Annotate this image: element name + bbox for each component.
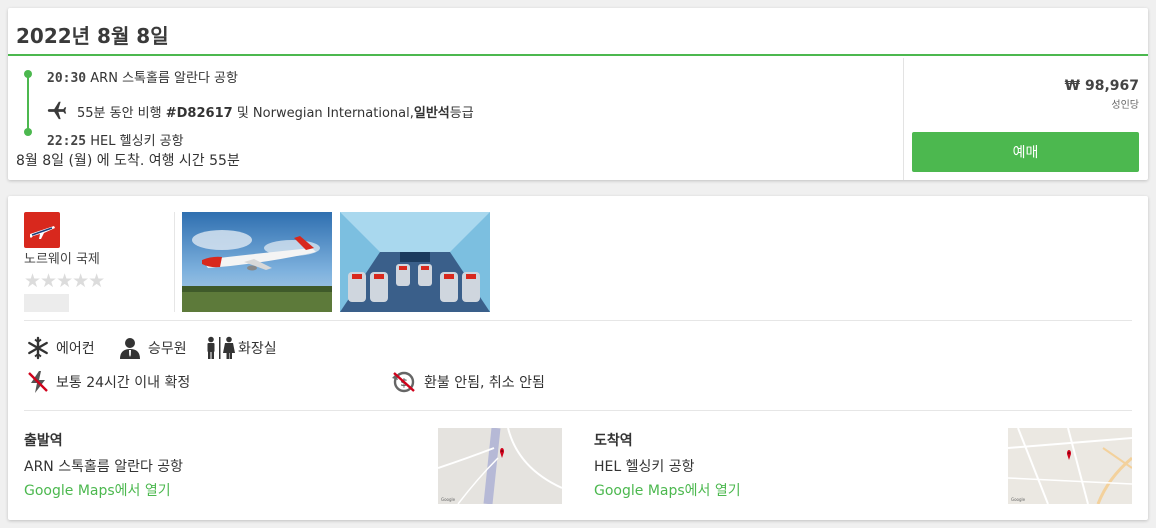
departure-row: 20:30 ARN 스톡홀름 알란다 공항 [47,67,238,86]
arrival-row: 22:25 HEL 헬싱키 공항 [47,130,184,149]
departure-airport: ARN 스톡홀름 알란다 공항 [90,71,238,86]
rating-placeholder [24,294,69,312]
departure-map-thumbnail[interactable]: Google [438,428,562,504]
airline-name-text: Norwegian International, [252,106,414,121]
departure-time: 20:30 [47,71,87,86]
cabin-class: 일반석 [413,106,450,121]
flight-duration: 55분 동안 비행 [77,106,162,121]
person-icon [120,338,140,359]
book-button[interactable]: 예매 [912,132,1139,172]
airplane-icon [47,101,67,120]
arrival-dot [24,128,32,136]
divider [24,410,1132,411]
svg-text:Google: Google [441,497,456,502]
amenity-toilet: 화장실 [204,336,277,360]
amenity-crew: 승무원 [118,336,187,360]
amenity-crew-label: 승무원 [148,341,187,357]
arrival-heading: 도착역 [594,433,633,449]
arrival-airport: HEL 헬싱키 공항 [90,134,184,149]
snowflake-icon [28,336,48,360]
refund-info: $ 환불 안됨, 취소 안됨 [390,370,545,394]
flight-date-header: 2022년 8월 8일 [8,8,1148,56]
departure-location-name: ARN 스톡홀름 알란다 공항 [24,459,184,475]
amenity-ac: 에어컨 [26,336,95,360]
arrival-location-name: HEL 헬싱키 공항 [594,459,695,475]
connector-text: 및 [236,106,249,121]
rating-stars: ★★★★★ [24,270,105,292]
svg-text:Google: Google [1011,497,1026,502]
no-refund-icon: $ [392,371,415,393]
arrival-map-thumbnail[interactable]: Google [1008,428,1132,504]
flight-number: #D82617 [165,106,233,121]
divider [24,320,1132,321]
instant-confirm-label: 보통 24시간 이내 확정 [56,375,191,391]
cabin-interior-photo[interactable] [340,212,490,312]
cabin-suffix: 등급 [449,106,474,121]
price-per-adult: 성인당 [1111,100,1139,111]
arrival-maps-link[interactable]: Google Maps에서 열기 [594,480,741,500]
booking-section: ₩ 98,967 성인당 예매 [904,58,1148,180]
airline-name: 노르웨이 국제 [24,252,100,267]
amenity-ac-label: 에어컨 [56,341,95,357]
arrival-summary: 8월 8일 (월) 에 도착. 여행 시간 55분 [16,153,240,169]
departure-heading: 출발역 [24,433,63,449]
price: ₩ 98,967 [1064,78,1139,94]
amenity-toilet-label: 화장실 [238,341,277,357]
timeline-line [27,74,29,132]
itinerary-section: 20:30 ARN 스톡홀름 알란다 공항 55분 동안 비행 #D82617 … [8,58,904,180]
airline-logo [24,212,60,248]
flight-details-card: 노르웨이 국제 ★★★★★ 에어컨 승무원 화장실 보통 24시간 이내 확정 … [8,196,1148,520]
departure-maps-link[interactable]: Google Maps에서 열기 [24,480,171,500]
vertical-divider [174,212,175,312]
departure-dot [24,70,32,78]
arrival-time: 22:25 [47,134,87,149]
flight-detail-row: 55분 동안 비행 #D82617 및 Norwegian Internatio… [77,102,474,121]
flight-date-title: 2022년 8월 8일 [16,24,169,48]
aircraft-exterior-photo[interactable] [182,212,332,312]
restroom-icon [207,336,235,359]
flight-summary-card: 2022년 8월 8일 20:30 ARN 스톡홀름 알란다 공항 55분 동안… [8,8,1148,180]
refund-label: 환불 안됨, 취소 안됨 [424,375,545,391]
no-lightning-icon [28,371,48,393]
instant-confirm-info: 보통 24시간 이내 확정 [26,370,190,394]
